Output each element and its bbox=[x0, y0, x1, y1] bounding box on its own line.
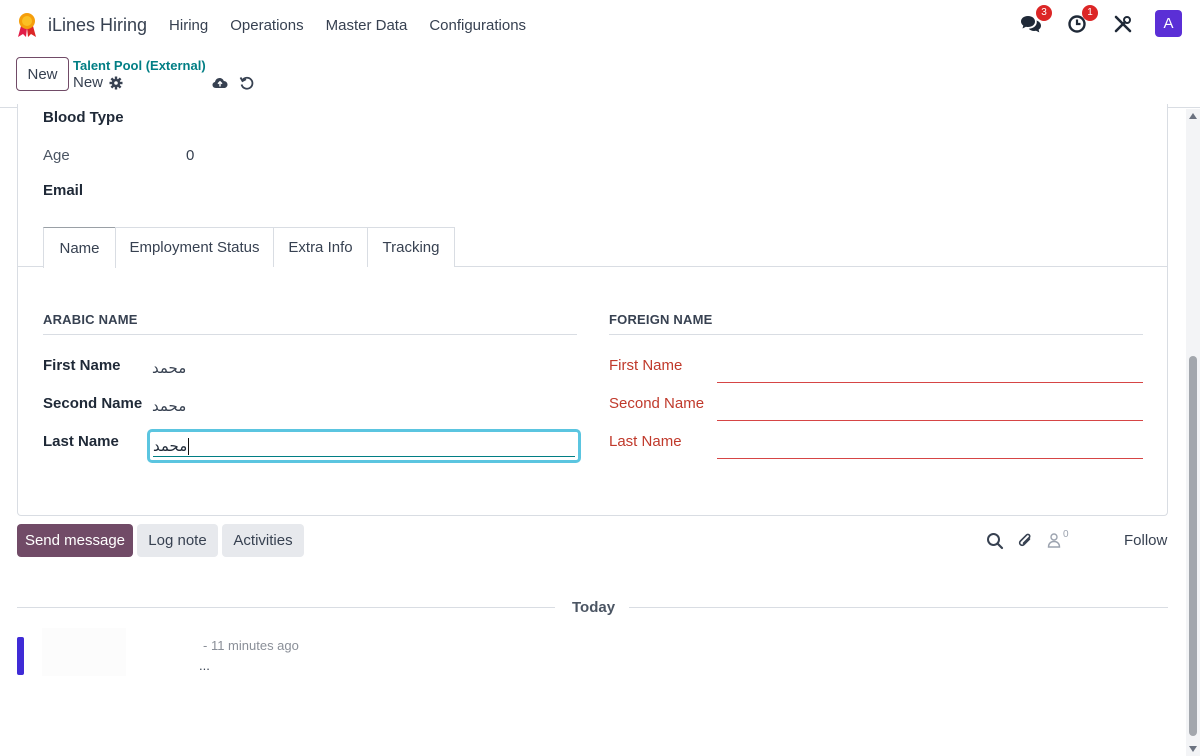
email-label: Email bbox=[43, 182, 84, 199]
scroll-up-arrow-icon[interactable] bbox=[1189, 113, 1197, 119]
tools-icon bbox=[1114, 15, 1132, 32]
today-divider-left bbox=[17, 607, 555, 608]
systray: 3 1 A bbox=[997, 4, 1182, 37]
breadcrumb-current-label: New bbox=[73, 74, 104, 91]
activities-button[interactable]: 1 bbox=[1065, 4, 1098, 36]
followers-count: 0 bbox=[1063, 529, 1069, 540]
form-view: Blood Type Age 0 Email Name Employment S… bbox=[0, 104, 1186, 756]
message-indicator bbox=[17, 637, 24, 675]
today-divider-right bbox=[629, 607, 1168, 608]
foreign-second-name-input[interactable] bbox=[717, 420, 1143, 421]
follow-button[interactable]: Follow bbox=[1124, 532, 1167, 549]
menu-item-master-data[interactable]: Master Data bbox=[326, 17, 408, 34]
main-menu: Hiring Operations Master Data Configurat… bbox=[169, 17, 548, 34]
blood-type-label: Blood Type bbox=[43, 109, 124, 126]
app-root: iLines Hiring Hiring Operations Master D… bbox=[0, 0, 1200, 756]
age-value: 0 bbox=[186, 147, 195, 164]
message-body: ... bbox=[199, 658, 210, 673]
arabic-last-name-value: محمد bbox=[153, 437, 190, 455]
arabic-first-name-field[interactable]: محمد bbox=[152, 359, 186, 377]
activities-button-chatter[interactable]: Activities bbox=[222, 524, 304, 557]
breadcrumb-current: New bbox=[73, 74, 123, 91]
followers-button[interactable]: 0 bbox=[1046, 529, 1072, 549]
arabic-last-name-input[interactable]: محمد bbox=[147, 429, 581, 463]
app-name: iLines Hiring bbox=[48, 14, 148, 35]
tab-extra-info[interactable]: Extra Info bbox=[273, 227, 368, 267]
debug-tools-button[interactable] bbox=[1111, 12, 1135, 36]
top-navbar: iLines Hiring Hiring Operations Master D… bbox=[0, 0, 1200, 50]
log-note-button[interactable]: Log note bbox=[137, 524, 218, 557]
messages-badge: 3 bbox=[1036, 4, 1052, 21]
menu-item-configurations[interactable]: Configurations bbox=[429, 17, 526, 34]
activities-badge: 1 bbox=[1082, 4, 1098, 21]
control-panel: New Talent Pool (External) New bbox=[0, 50, 1200, 108]
messages-button[interactable]: 3 bbox=[1019, 4, 1052, 36]
message-timestamp: - 11 minutes ago bbox=[203, 638, 299, 653]
foreign-second-name-label: Second Name bbox=[609, 395, 705, 412]
brand[interactable]: iLines Hiring bbox=[16, 12, 147, 38]
tab-employment-status[interactable]: Employment Status bbox=[115, 227, 274, 267]
new-button[interactable]: New bbox=[16, 57, 69, 91]
tab-name[interactable]: Name bbox=[43, 227, 116, 268]
ribbon-logo-icon bbox=[18, 13, 36, 37]
menu-item-hiring[interactable]: Hiring bbox=[169, 17, 208, 34]
foreign-name-divider bbox=[609, 334, 1143, 335]
arabic-name-title: ARABIC NAME bbox=[43, 312, 138, 327]
discard-undo-icon[interactable] bbox=[239, 75, 255, 91]
arabic-name-divider bbox=[43, 334, 577, 335]
foreign-last-name-input[interactable] bbox=[717, 458, 1143, 459]
notebook-tabs: Name Employment Status Extra Info Tracki… bbox=[18, 227, 1167, 268]
save-cloud-icon[interactable] bbox=[212, 75, 228, 91]
send-message-button[interactable]: Send message bbox=[17, 524, 133, 557]
foreign-first-name-label: First Name bbox=[609, 357, 683, 374]
menu-item-operations[interactable]: Operations bbox=[230, 17, 303, 34]
paperclip-icon[interactable] bbox=[1017, 532, 1035, 550]
scroll-down-arrow-icon[interactable] bbox=[1189, 746, 1197, 752]
arabic-last-name-label: Last Name bbox=[43, 433, 119, 450]
scroll-thumb[interactable] bbox=[1189, 356, 1197, 736]
gear-icon[interactable] bbox=[109, 76, 123, 90]
arabic-first-name-label: First Name bbox=[43, 357, 121, 374]
vertical-scrollbar[interactable] bbox=[1186, 109, 1200, 756]
form-sheet: Blood Type Age 0 Email Name Employment S… bbox=[17, 104, 1168, 516]
search-icon[interactable] bbox=[986, 532, 1004, 550]
age-label: Age bbox=[43, 147, 70, 164]
arabic-second-name-label: Second Name bbox=[43, 395, 143, 412]
user-avatar[interactable]: A bbox=[1155, 10, 1182, 37]
foreign-name-title: FOREIGN NAME bbox=[609, 312, 713, 327]
arabic-second-name-field[interactable]: محمد bbox=[152, 397, 186, 415]
today-separator-label: Today bbox=[572, 599, 616, 616]
user-outline-icon bbox=[1047, 533, 1061, 548]
foreign-first-name-input[interactable] bbox=[717, 382, 1143, 383]
tab-tracking[interactable]: Tracking bbox=[367, 227, 455, 267]
breadcrumb-parent-link[interactable]: Talent Pool (External) bbox=[73, 58, 206, 73]
message-author-avatar bbox=[42, 628, 126, 676]
foreign-last-name-label: Last Name bbox=[609, 433, 682, 450]
